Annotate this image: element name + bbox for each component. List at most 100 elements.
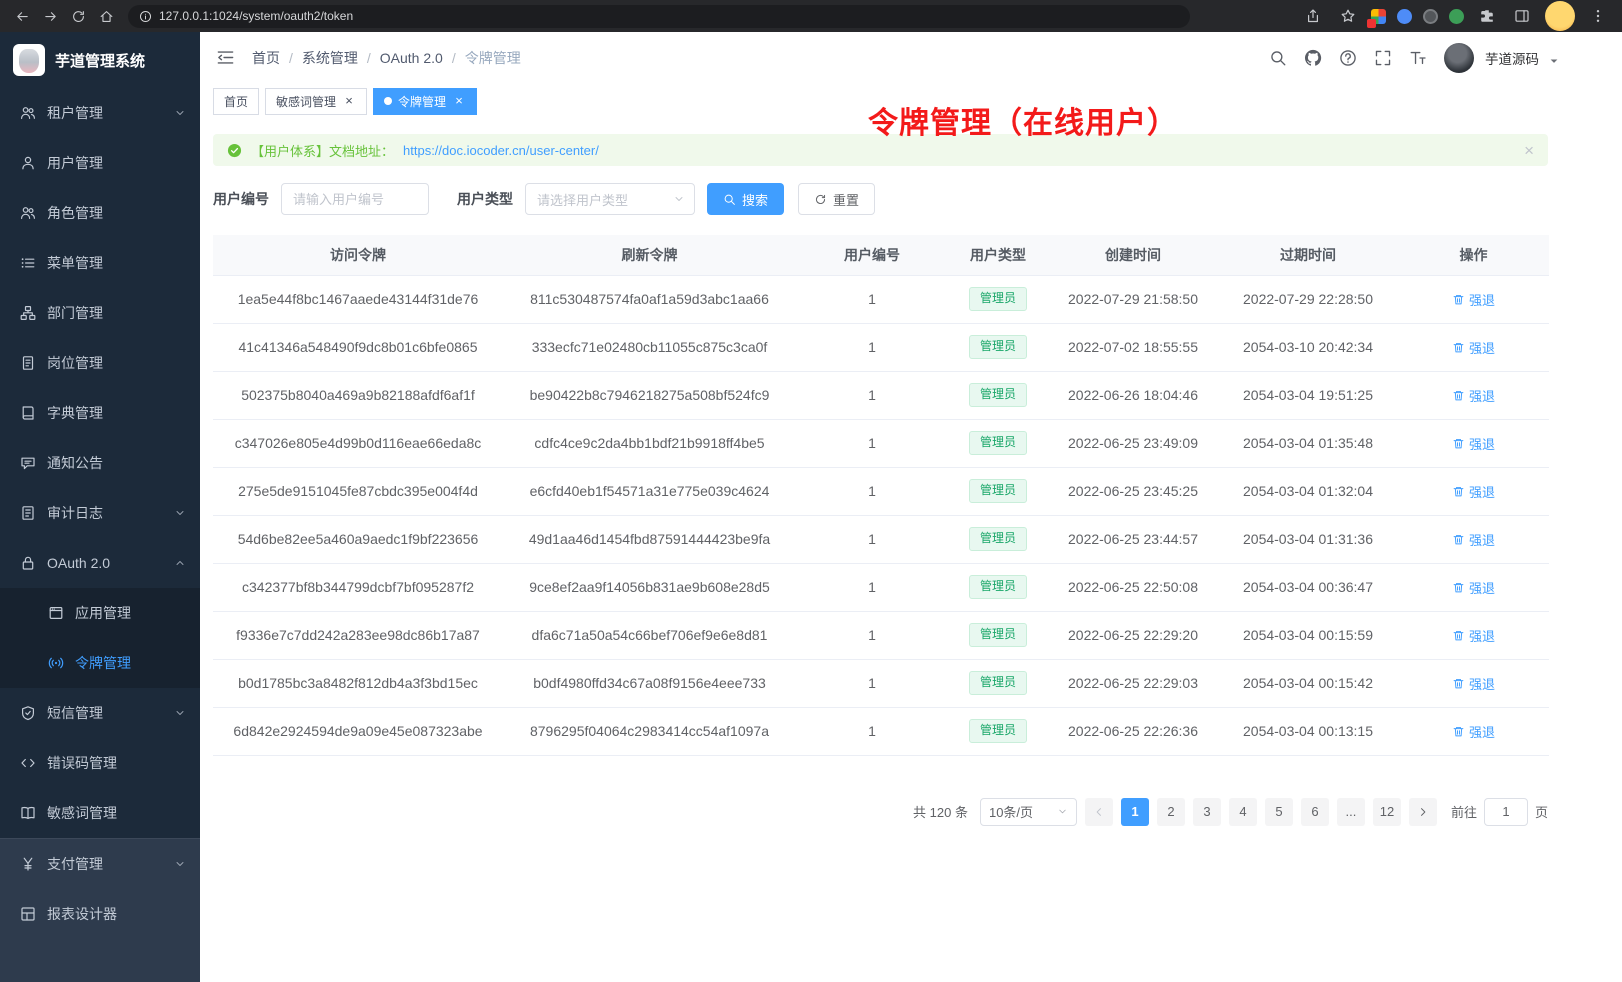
table-row: c342377bf8b344799dcbf7bf095287f29ce8ef2a… bbox=[213, 563, 1549, 611]
sidebar-item-label: 敏感词管理 bbox=[47, 803, 186, 823]
sidebar-item-sms[interactable]: 短信管理 bbox=[0, 688, 200, 738]
prev-page-button[interactable] bbox=[1085, 798, 1113, 826]
created-time-cell: 2022-06-25 22:29:20 bbox=[1048, 611, 1218, 659]
top-header: 首页/系统管理/OAuth 2.0/令牌管理 芋道源码 bbox=[200, 32, 1622, 84]
force-logout-button[interactable]: 强退 bbox=[1452, 434, 1495, 453]
extension-dark-icon[interactable] bbox=[1423, 9, 1438, 24]
browser-reload-button[interactable] bbox=[66, 4, 90, 28]
column-header: 创建时间 bbox=[1048, 235, 1218, 275]
next-page-button[interactable] bbox=[1409, 798, 1437, 826]
sidebar-item-oauth2-app[interactable]: 应用管理 bbox=[0, 588, 200, 638]
address-bar[interactable]: 127.0.0.1:1024/system/oauth2/token bbox=[128, 5, 1190, 28]
browser-forward-button[interactable] bbox=[38, 4, 62, 28]
expire-time-cell: 2054-03-04 01:31:36 bbox=[1218, 515, 1398, 563]
tab-sensitive-word[interactable]: 敏感词管理× bbox=[265, 88, 367, 115]
sidebar-item-user[interactable]: 用户管理 bbox=[0, 138, 200, 188]
page-button-6[interactable]: 6 bbox=[1301, 798, 1329, 826]
browser-menu-icon[interactable] bbox=[1586, 4, 1610, 28]
sidebar-item-report-designer[interactable]: 报表设计器 bbox=[0, 889, 200, 939]
force-logout-button[interactable]: 强退 bbox=[1452, 626, 1495, 645]
breadcrumb-item[interactable]: 首页 bbox=[252, 48, 280, 68]
extensions-puzzle-icon[interactable] bbox=[1475, 4, 1499, 28]
sidebar-item-oauth2-token[interactable]: 令牌管理 bbox=[0, 638, 200, 688]
table-row: f9336e7c7dd242a283ee98dc86b17a87dfa6c71a… bbox=[213, 611, 1549, 659]
sidebar-item-post[interactable]: 岗位管理 bbox=[0, 338, 200, 388]
force-logout-button[interactable]: 强退 bbox=[1452, 482, 1495, 501]
sidebar-item-menu[interactable]: 菜单管理 bbox=[0, 238, 200, 288]
refresh-token-cell: be90422b8c7946218275a508bf524fc9 bbox=[503, 371, 796, 419]
sidebar-menu: 租户管理用户管理角色管理菜单管理部门管理岗位管理字典管理通知公告审计日志OAut… bbox=[0, 88, 200, 838]
page-button-1[interactable]: 1 bbox=[1121, 798, 1149, 826]
access-token-cell: 275e5de9151045fe87cbdc395e004f4d bbox=[213, 467, 503, 515]
action-cell: 强退 bbox=[1398, 515, 1549, 563]
extension-colorful-icon[interactable] bbox=[1371, 9, 1386, 24]
app-logo-row[interactable]: 芋道管理系统 bbox=[0, 32, 200, 88]
tab-home[interactable]: 首页 bbox=[213, 88, 259, 115]
browser-home-button[interactable] bbox=[94, 4, 118, 28]
site-info-icon[interactable] bbox=[139, 10, 152, 23]
page-button-5[interactable]: 5 bbox=[1265, 798, 1293, 826]
help-icon[interactable] bbox=[1339, 49, 1357, 67]
fullscreen-icon[interactable] bbox=[1374, 49, 1392, 67]
github-icon[interactable] bbox=[1304, 49, 1322, 67]
user-id-input[interactable] bbox=[281, 183, 429, 215]
browser-back-button[interactable] bbox=[10, 4, 34, 28]
page-button-12[interactable]: 12 bbox=[1373, 798, 1401, 826]
sidebar-item-sensitive-word[interactable]: 敏感词管理 bbox=[0, 788, 200, 838]
search-icon[interactable] bbox=[1269, 49, 1287, 67]
force-logout-button[interactable]: 强退 bbox=[1452, 530, 1495, 549]
force-logout-button[interactable]: 强退 bbox=[1452, 338, 1495, 357]
page-button-3[interactable]: 3 bbox=[1193, 798, 1221, 826]
tab-token[interactable]: 令牌管理× bbox=[373, 88, 477, 115]
sidebar-item-notice[interactable]: 通知公告 bbox=[0, 438, 200, 488]
created-time-cell: 2022-07-02 18:55:55 bbox=[1048, 323, 1218, 371]
user-avatar[interactable] bbox=[1444, 43, 1474, 73]
force-logout-button[interactable]: 强退 bbox=[1452, 578, 1495, 597]
force-logout-button[interactable]: 强退 bbox=[1452, 290, 1495, 309]
page-button-2[interactable]: 2 bbox=[1157, 798, 1185, 826]
user-id-cell: 1 bbox=[796, 563, 948, 611]
alert-close-icon[interactable]: × bbox=[1524, 142, 1534, 159]
sidebar-item-oauth2[interactable]: OAuth 2.0 bbox=[0, 538, 200, 588]
sidebar-item-label: 错误码管理 bbox=[47, 753, 186, 773]
user-type-select[interactable]: 请选择用户类型 bbox=[525, 183, 695, 215]
reset-button[interactable]: 重置 bbox=[798, 183, 875, 215]
breadcrumb-item[interactable]: 系统管理 bbox=[302, 48, 358, 68]
pagination-total: 共 120 条 bbox=[913, 802, 968, 821]
extension-blue-icon[interactable] bbox=[1397, 9, 1412, 24]
bookmark-star-icon[interactable] bbox=[1336, 4, 1360, 28]
browser-toolbar: 127.0.0.1:1024/system/oauth2/token bbox=[0, 0, 1622, 32]
sidebar-item-error-code[interactable]: 错误码管理 bbox=[0, 738, 200, 788]
sidebar-item-pay[interactable]: 支付管理 bbox=[0, 839, 200, 889]
sidebar-item-role[interactable]: 角色管理 bbox=[0, 188, 200, 238]
share-icon[interactable] bbox=[1301, 4, 1325, 28]
force-logout-button[interactable]: 强退 bbox=[1452, 722, 1495, 741]
user-menu-caret-icon[interactable] bbox=[1548, 55, 1560, 67]
force-logout-label: 强退 bbox=[1469, 530, 1495, 549]
font-size-icon[interactable] bbox=[1409, 49, 1427, 67]
page-more-button[interactable]: ... bbox=[1337, 798, 1365, 826]
sidebar-item-audit-log[interactable]: 审计日志 bbox=[0, 488, 200, 538]
search-button[interactable]: 搜索 bbox=[707, 183, 784, 215]
sidebar-item-dict[interactable]: 字典管理 bbox=[0, 388, 200, 438]
doc-link[interactable]: https://doc.iocoder.cn/user-center/ bbox=[403, 143, 599, 158]
sidebar-toggle-icon[interactable] bbox=[1510, 4, 1534, 28]
sidebar-fold-icon[interactable] bbox=[216, 48, 236, 68]
sidebar-item-tenant[interactable]: 租户管理 bbox=[0, 88, 200, 138]
sidebar-item-dept[interactable]: 部门管理 bbox=[0, 288, 200, 338]
tab-close-icon[interactable]: × bbox=[342, 94, 356, 108]
breadcrumb-item[interactable]: OAuth 2.0 bbox=[380, 50, 443, 66]
goto-page-input[interactable] bbox=[1484, 798, 1528, 826]
user-name[interactable]: 芋道源码 bbox=[1485, 48, 1539, 68]
extension-green-icon[interactable] bbox=[1449, 9, 1464, 24]
broadcast-icon bbox=[48, 655, 64, 671]
page-size-select[interactable]: 10条/页 bbox=[980, 798, 1077, 826]
tab-close-icon[interactable]: × bbox=[452, 94, 466, 108]
page-button-4[interactable]: 4 bbox=[1229, 798, 1257, 826]
chat-icon bbox=[20, 455, 36, 471]
browser-profile-avatar[interactable] bbox=[1545, 1, 1575, 31]
tag-tabs-bar: 首页敏感词管理×令牌管理× bbox=[200, 84, 1622, 118]
force-logout-button[interactable]: 强退 bbox=[1452, 386, 1495, 405]
force-logout-button[interactable]: 强退 bbox=[1452, 674, 1495, 693]
bookOpen-icon bbox=[20, 805, 36, 821]
